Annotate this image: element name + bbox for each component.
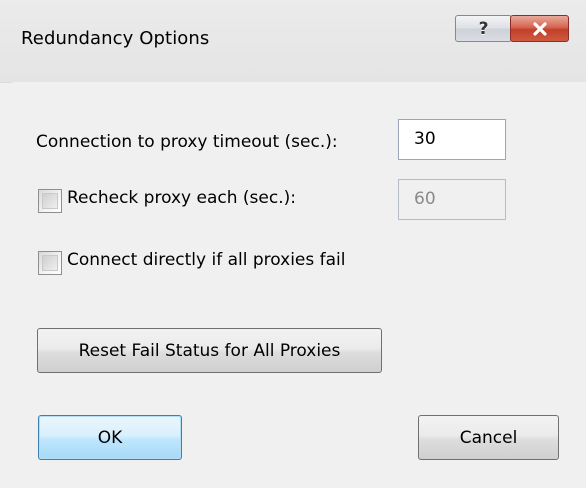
- window-title: Redundancy Options: [21, 28, 210, 49]
- recheck-checkbox[interactable]: [38, 189, 62, 213]
- recheck-label[interactable]: Recheck proxy each (sec.):: [67, 188, 296, 208]
- connect-directly-label[interactable]: Connect directly if all proxies fail: [67, 250, 346, 270]
- timeout-input[interactable]: 30: [398, 119, 506, 160]
- connect-directly-checkbox[interactable]: [38, 251, 62, 275]
- help-icon: ?: [478, 18, 489, 39]
- recheck-input[interactable]: 60: [398, 179, 506, 220]
- dialog-window: Redundancy Options ? Connection to proxy…: [0, 0, 586, 488]
- ok-button[interactable]: OK: [38, 415, 182, 460]
- close-icon: [532, 21, 547, 36]
- dialog-content: Connection to proxy timeout (sec.): 30 R…: [12, 82, 586, 488]
- timeout-label: Connection to proxy timeout (sec.):: [36, 132, 338, 152]
- help-button[interactable]: ?: [455, 15, 512, 42]
- title-bar: Redundancy Options ?: [0, 0, 586, 83]
- close-button[interactable]: [510, 15, 569, 42]
- reset-fail-status-button[interactable]: Reset Fail Status for All Proxies: [37, 328, 382, 373]
- cancel-button[interactable]: Cancel: [418, 415, 559, 460]
